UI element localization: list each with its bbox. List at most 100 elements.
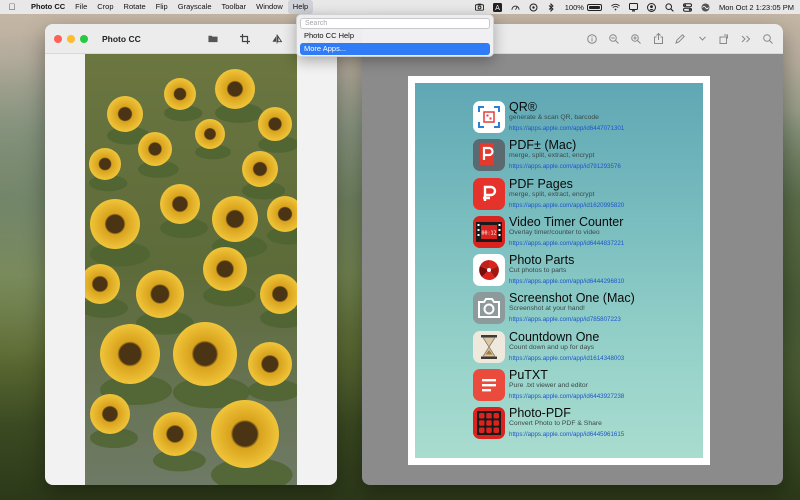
app-name: Photo Parts	[509, 253, 575, 268]
control-center-icon[interactable]	[682, 2, 692, 12]
screenshot-app-icon	[473, 292, 505, 325]
chevron-down-icon[interactable]	[697, 34, 707, 44]
app-description: Count down and up for days	[509, 343, 595, 351]
menu-help[interactable]: Help	[287, 0, 314, 14]
app-list-item: PDF± (Mac) merge, split, extract, encrypt…	[473, 139, 703, 177]
input-source-icon[interactable]: A	[492, 2, 502, 12]
app-name: Photo-PDF	[509, 406, 571, 421]
info-icon[interactable]	[587, 33, 597, 44]
app-text: Photo-PDF Convert Photo to PDF & Share htt…	[509, 406, 624, 439]
wifi-icon[interactable]	[611, 3, 620, 12]
app-store-link[interactable]: https://apps.apple.com/app/id791293576	[509, 163, 621, 170]
help-menu-dropdown: Photo CC Help More Apps...	[296, 14, 494, 57]
menu-window[interactable]: Window	[251, 0, 288, 14]
app-store-link[interactable]: https://apps.apple.com/app/id6445961615	[509, 431, 624, 438]
app-store-link[interactable]: https://apps.apple.com/app/id1614348003	[509, 355, 624, 362]
photo-cc-titlebar[interactable]: Photo CC	[45, 24, 337, 54]
app-description: Screenshot at your hand!	[509, 305, 585, 313]
zoom-out-icon[interactable]	[609, 33, 619, 44]
app-list-item: 00:12 Video Timer Counter Overlay timer/co…	[473, 214, 703, 254]
menu-clock[interactable]: Mon Oct 2 1:23:05 PM	[719, 3, 794, 12]
document-page: QR® generate & scan QR, barcode https://ap…	[408, 76, 710, 465]
video-timer-app-icon: 00:12	[473, 215, 505, 248]
app-text: PDF± (Mac) merge, split, extract, encrypt…	[509, 138, 621, 171]
photo-parts-app-icon	[473, 254, 505, 287]
rotate-icon[interactable]	[719, 34, 729, 44]
app-list: QR® generate & scan QR, barcode https://ap…	[473, 101, 703, 446]
app-store-link[interactable]: https://apps.apple.com/app/id1620995820	[509, 202, 624, 209]
app-list-item: PDF Pages merge, split, extract, encrypt h…	[473, 176, 703, 216]
status-area: A 100% Mon Oct 2 1:23:05 PM	[474, 2, 794, 12]
siri-icon[interactable]	[701, 3, 710, 12]
menu-grayscale[interactable]: Grayscale	[173, 0, 217, 14]
putxt-app-icon	[473, 369, 505, 402]
menu-toolbar[interactable]: Toolbar	[217, 0, 252, 14]
speedometer-icon[interactable]	[511, 3, 520, 12]
app-name: PuTXT	[509, 368, 548, 383]
menu-file[interactable]: File	[70, 0, 92, 14]
minimize-button[interactable]	[67, 34, 75, 43]
bluetooth-icon[interactable]	[547, 2, 556, 12]
app-list-item: Screenshot One (Mac) Screenshot at your h…	[473, 292, 703, 330]
camera-status-icon[interactable]	[474, 3, 484, 12]
app-description: Pure .txt viewer and editor	[509, 382, 588, 390]
app-store-link[interactable]: https://apps.apple.com/app/id6444296810	[509, 278, 624, 285]
display-icon[interactable]	[628, 2, 638, 12]
app-name: Countdown One	[509, 329, 600, 344]
app-name: Video Timer Counter	[509, 214, 624, 229]
app-list-item: Countdown One Count down and up for days h…	[473, 329, 703, 369]
close-button[interactable]	[54, 34, 62, 43]
share-icon[interactable]	[653, 33, 663, 44]
menu-crop[interactable]: Crop	[92, 0, 118, 14]
markup-icon[interactable]	[675, 33, 685, 44]
svg-text:A: A	[495, 4, 500, 12]
countdown-app-icon	[473, 330, 505, 363]
battery-indicator[interactable]: 100%	[565, 3, 602, 12]
app-name: PDF± (Mac)	[509, 138, 577, 153]
app-store-link[interactable]: https://apps.apple.com/app/id6444837221	[509, 240, 624, 247]
app-description: Overlay timer/counter to video	[509, 228, 600, 236]
menu-item-photo-cc-help[interactable]: Photo CC Help	[300, 30, 490, 42]
broadcast-icon[interactable]	[529, 3, 538, 12]
crop-icon[interactable]	[240, 33, 250, 44]
search-icon[interactable]	[763, 33, 773, 44]
flip-icon[interactable]	[272, 33, 282, 44]
preview-window: QR® generate & scan QR, barcode https://ap…	[362, 24, 783, 485]
battery-percent: 100%	[564, 2, 584, 12]
app-name: Screenshot One (Mac)	[509, 291, 635, 306]
user-icon[interactable]	[646, 2, 656, 12]
app-list-item: QR® generate & scan QR, barcode https://ap…	[473, 101, 703, 139]
app-description: Cut photos to parts	[509, 267, 567, 275]
app-text: PDF Pages merge, split, extract, encrypt h…	[509, 176, 624, 209]
apple-menu-icon[interactable]: 	[6, 2, 18, 12]
app-text: Photo Parts Cut photos to parts https://ap…	[509, 253, 624, 286]
zoom-in-icon[interactable]	[631, 33, 641, 44]
zoom-button[interactable]	[80, 34, 88, 43]
app-description: merge, split, extract, encrypt	[509, 152, 595, 160]
app-text: Countdown One Count down and up for days h…	[509, 329, 624, 362]
app-store-link[interactable]: https://apps.apple.com/app/id6443927238	[509, 393, 624, 400]
pdf-mac-app-icon	[473, 139, 505, 172]
preview-toolbar	[587, 33, 773, 44]
menu-flip[interactable]: Flip	[151, 0, 173, 14]
app-description: Convert Photo to PDF & Share	[509, 420, 602, 428]
menu-item-more-apps[interactable]: More Apps...	[300, 43, 490, 55]
window-controls	[54, 34, 88, 43]
spotlight-search-icon[interactable]	[665, 2, 674, 12]
app-store-link[interactable]: https://apps.apple.com/app/id785807223	[509, 316, 635, 323]
app-text: QR® generate & scan QR, barcode https://ap…	[509, 101, 624, 133]
photo-cc-window: Photo CC	[45, 24, 337, 485]
app-list-item: PuTXT Pure .txt viewer and editor https://…	[473, 369, 703, 407]
app-name: PDF Pages	[509, 176, 573, 191]
folder-icon[interactable]	[208, 34, 218, 44]
apps-flyer: QR® generate & scan QR, barcode https://ap…	[415, 83, 703, 458]
qr-app-icon	[473, 101, 505, 133]
menu-app-name[interactable]: Photo CC	[26, 0, 70, 14]
more-icon[interactable]	[741, 34, 751, 44]
app-description: merge, split, extract, encrypt	[509, 190, 595, 198]
menu-rotate[interactable]: Rotate	[119, 0, 151, 14]
help-search-input[interactable]	[300, 18, 490, 29]
app-text: Video Timer Counter Overlay timer/counter…	[509, 214, 624, 247]
sunflower-photo	[85, 54, 297, 485]
app-store-link[interactable]: https://apps.apple.com/app/id6447071301	[509, 125, 624, 132]
